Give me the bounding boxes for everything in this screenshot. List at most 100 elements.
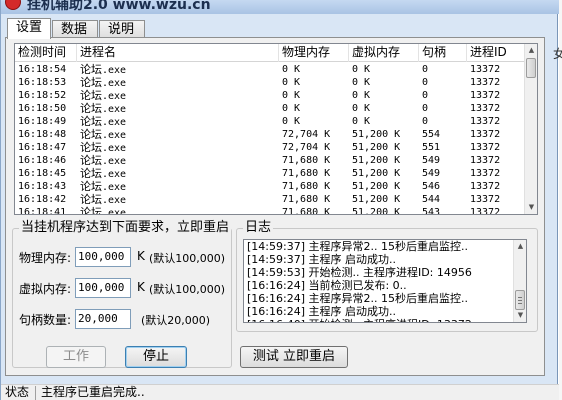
log-lines: [14:59:37] 主程序异常2.. 15秒后重启监控.. [14:59:37]…	[244, 240, 526, 322]
process-list-header: 检测时间 进程名 物理内存 虚拟内存 句柄 进程ID	[15, 44, 525, 62]
process-virt-cell: 51,200 K	[352, 168, 401, 179]
log-line: [16:16:24] 主程序异常2.. 15秒后重启监控..	[247, 292, 468, 305]
process-time-cell: 16:18:54	[18, 64, 67, 75]
process-phys-cell: 72,704 K	[282, 142, 331, 153]
process-row[interactable]: 16:18:46 论坛.exe 71,680 K 51,200 K 549 13372	[15, 154, 525, 167]
process-phys-cell: 0 K	[282, 90, 301, 101]
process-row[interactable]: 16:18:42 论坛.exe 71,680 K 51,200 K 544 13372	[15, 193, 525, 206]
process-virt-cell: 51,200 K	[352, 129, 401, 140]
process-phys-cell: 0 K	[282, 64, 301, 75]
col-physical-memory[interactable]: 物理内存	[279, 44, 349, 62]
process-row[interactable]: 16:18:47 论坛.exe 72,704 K 51,200 K 551 13372	[15, 141, 525, 154]
physical-memory-unit: K	[137, 249, 145, 263]
test-restart-button[interactable]: 测试 立即重启	[240, 346, 348, 368]
log-scroll-thumb[interactable]	[515, 290, 525, 310]
tab-data[interactable]: 数据	[52, 20, 98, 38]
process-name-cell: 论坛.exe	[80, 193, 127, 206]
process-name-cell: 论坛.exe	[80, 115, 127, 128]
scroll-up-icon[interactable]: ▲	[525, 44, 537, 57]
handle-count-input[interactable]: 20,000	[75, 309, 131, 329]
process-virt-cell: 0 K	[352, 103, 371, 114]
log-line: [16:16:24] 当前检测已发布: 0..	[247, 279, 407, 292]
process-pid-cell: 13372	[470, 194, 501, 205]
process-row[interactable]: 16:18:43 论坛.exe 71,680 K 51,200 K 546 13372	[15, 180, 525, 193]
physical-memory-label: 物理内存:	[19, 251, 72, 265]
process-pid-cell: 13372	[470, 90, 501, 101]
process-phys-cell: 0 K	[282, 116, 301, 127]
process-name-cell: 论坛.exe	[80, 89, 127, 102]
process-row[interactable]: 16:18:45 论坛.exe 71,680 K 51,200 K 549 13372	[15, 167, 525, 180]
process-time-cell: 16:18:42	[18, 194, 67, 205]
process-time-cell: 16:18:41	[18, 207, 67, 215]
process-row[interactable]: 16:18:50 论坛.exe 0 K 0 K 0 13372	[15, 102, 525, 115]
log-scrollbar[interactable]: ▲ ▼	[513, 240, 526, 322]
process-pid-cell: 13372	[470, 207, 501, 215]
process-virt-cell: 0 K	[352, 90, 371, 101]
process-row[interactable]: 16:18:52 论坛.exe 0 K 0 K 0 13372	[15, 89, 525, 102]
app-window: 挂机辅助2.0 www.wzu.cn 设置 数据 说明 检测时间 进程名 物理内…	[0, 0, 559, 400]
process-handles-cell: 549	[422, 168, 441, 179]
process-pid-cell: 13372	[470, 168, 501, 179]
process-phys-cell: 71,680 K	[282, 168, 331, 179]
process-phys-cell: 71,680 K	[282, 181, 331, 192]
process-name-cell: 论坛.exe	[80, 206, 127, 215]
process-handles-cell: 0	[422, 103, 429, 114]
process-list[interactable]: 检测时间 进程名 物理内存 虚拟内存 句柄 进程ID 16:18:54 论坛.ex…	[14, 43, 538, 215]
col-virtual-memory[interactable]: 虚拟内存	[349, 44, 419, 62]
log-scroll-up-icon[interactable]: ▲	[514, 240, 526, 253]
process-name-cell: 论坛.exe	[80, 167, 127, 180]
process-virt-cell: 51,200 K	[352, 207, 401, 215]
col-process-name[interactable]: 进程名	[77, 44, 279, 62]
status-label: 状态	[5, 385, 30, 399]
log-box[interactable]: [14:59:37] 主程序异常2.. 15秒后重启监控.. [14:59:37]…	[243, 239, 527, 323]
process-row[interactable]: 16:18:41 论坛.exe 71,680 K 51,200 K 543 13372	[15, 206, 525, 215]
process-time-cell: 16:18:49	[18, 116, 67, 127]
process-pid-cell: 13372	[470, 155, 501, 166]
work-button[interactable]: 工作	[46, 346, 106, 368]
physical-memory-input[interactable]: 100,000	[75, 247, 131, 267]
tab-settings[interactable]: 设置	[7, 18, 51, 39]
scroll-down-icon[interactable]: ▼	[525, 201, 537, 214]
process-phys-cell: 71,680 K	[282, 194, 331, 205]
stop-button[interactable]: 停止	[125, 346, 187, 368]
log-scroll-down-icon[interactable]: ▼	[514, 309, 526, 322]
col-check-time[interactable]: 检测时间	[15, 44, 77, 62]
process-handles-cell: 551	[422, 142, 441, 153]
process-name-cell: 论坛.exe	[80, 128, 127, 141]
process-row[interactable]: 16:18:54 论坛.exe 0 K 0 K 0 13372	[15, 63, 525, 76]
process-virt-cell: 51,200 K	[352, 181, 401, 192]
process-phys-cell: 0 K	[282, 77, 301, 88]
process-time-cell: 16:18:43	[18, 181, 67, 192]
scroll-thumb[interactable]	[526, 58, 536, 78]
process-row[interactable]: 16:18:49 论坛.exe 0 K 0 K 0 13372	[15, 115, 525, 128]
process-time-cell: 16:18:50	[18, 103, 67, 114]
process-phys-cell: 72,704 K	[282, 129, 331, 140]
process-pid-cell: 13372	[470, 77, 501, 88]
process-virt-cell: 51,200 K	[352, 155, 401, 166]
process-name-cell: 论坛.exe	[80, 154, 127, 167]
col-process-id[interactable]: 进程ID	[467, 44, 525, 62]
process-list-scrollbar[interactable]: ▲ ▼	[524, 44, 537, 214]
log-group: 日志 [14:59:37] 主程序异常2.. 15秒后重启监控.. [14:59:…	[236, 220, 538, 332]
process-row[interactable]: 16:18:48 论坛.exe 72,704 K 51,200 K 554 13372	[15, 128, 525, 141]
status-text: 主程序已重启完成..	[41, 385, 145, 399]
process-handles-cell: 546	[422, 181, 441, 192]
restart-conditions-title: 当挂机程序达到下面要求，立即重启	[19, 220, 232, 236]
log-line: [14:59:37] 主程序 启动成功..	[247, 253, 396, 266]
log-line: [14:59:37] 主程序异常2.. 15秒后重启监控..	[247, 240, 468, 253]
virtual-memory-input[interactable]: 100,000	[75, 278, 131, 298]
process-name-cell: 论坛.exe	[80, 141, 127, 154]
process-phys-cell: 71,680 K	[282, 207, 331, 215]
physical-memory-hint: (默认100,000)	[149, 252, 226, 265]
process-row[interactable]: 16:18:53 论坛.exe 0 K 0 K 0 13372	[15, 76, 525, 89]
title-bar: 挂机辅助2.0 www.wzu.cn	[1, 0, 559, 14]
window-title: 挂机辅助2.0 www.wzu.cn	[27, 0, 211, 13]
tab-help[interactable]: 说明	[99, 20, 145, 38]
handle-count-hint: (默认20,000)	[141, 314, 211, 327]
restart-conditions-group: 当挂机程序达到下面要求，立即重启 物理内存: 100,000 K (默认100,…	[12, 220, 232, 368]
process-time-cell: 16:18:48	[18, 129, 67, 140]
col-handles[interactable]: 句柄	[419, 44, 467, 62]
status-separator	[35, 386, 36, 400]
app-icon	[5, 0, 21, 10]
process-time-cell: 16:18:47	[18, 142, 67, 153]
